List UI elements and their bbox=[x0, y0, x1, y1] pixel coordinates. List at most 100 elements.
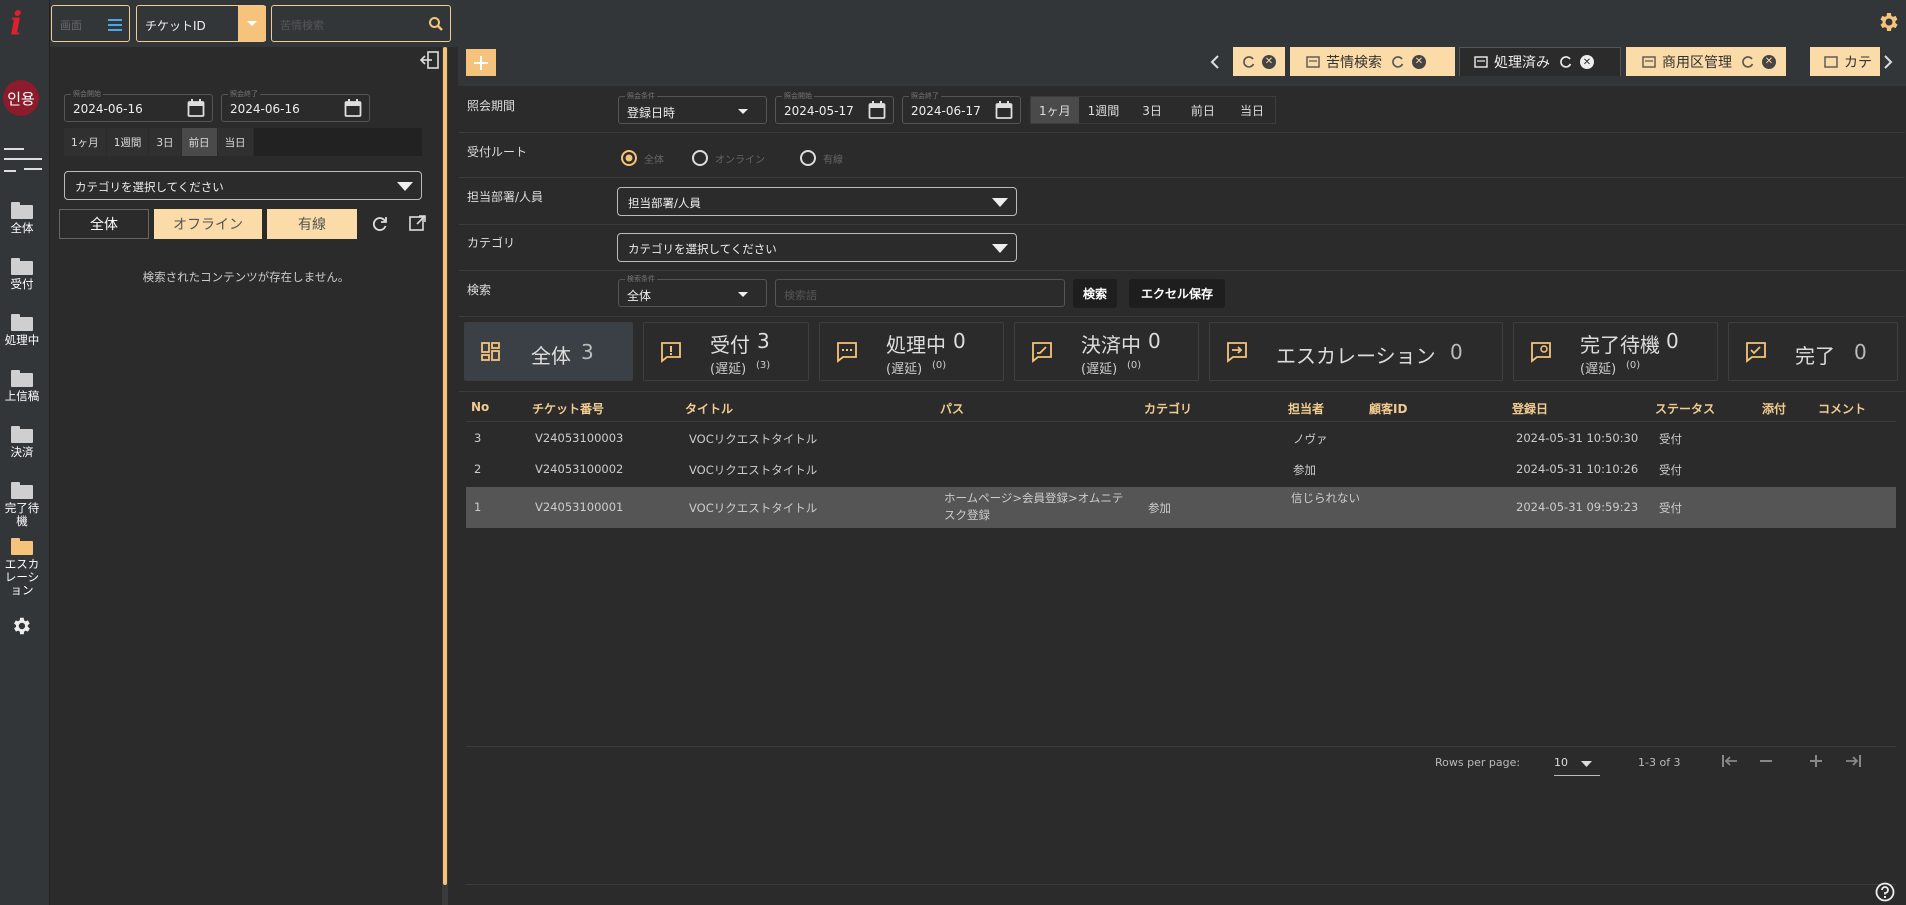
period-type-select[interactable]: 照会条件 登録日時 bbox=[618, 91, 767, 124]
refresh-icon[interactable] bbox=[1558, 55, 1574, 69]
tab-commercial-district[interactable]: 商用区管理 ✕ bbox=[1626, 47, 1786, 76]
tabs-next-icon[interactable] bbox=[1883, 55, 1893, 69]
tab-hidden-left[interactable]: ✕ bbox=[1233, 47, 1285, 76]
search-type-select[interactable]: チケットID bbox=[136, 5, 266, 42]
menu-toggle-icon[interactable] bbox=[2, 147, 42, 177]
route-option-all[interactable]: 全体 bbox=[620, 149, 664, 167]
range-3days[interactable]: 3日 bbox=[1128, 97, 1177, 123]
rail-item-all[interactable]: 全体 bbox=[0, 202, 44, 235]
next-page-icon[interactable] bbox=[1809, 754, 1823, 768]
dept-select[interactable]: 担当部署/人員 bbox=[617, 187, 1017, 216]
left-start-date[interactable]: 照会開始 2024-06-16 bbox=[64, 89, 213, 122]
close-icon[interactable]: ✕ bbox=[1262, 54, 1276, 69]
close-icon[interactable]: ✕ bbox=[1580, 55, 1594, 69]
calendar-icon[interactable] bbox=[344, 99, 362, 117]
left-category-select[interactable]: カテゴリを選択してください bbox=[64, 171, 422, 200]
search-icon[interactable] bbox=[428, 16, 444, 32]
left-filter-offline[interactable]: オフライン bbox=[154, 209, 262, 239]
search-button[interactable]: 検索 bbox=[1073, 279, 1117, 308]
view-select[interactable]: 画面 bbox=[51, 5, 130, 42]
rail-item-escalation[interactable]: エスカレーション bbox=[0, 538, 44, 597]
add-tab-button[interactable] bbox=[466, 49, 496, 76]
range-today[interactable]: 当日 bbox=[1229, 97, 1275, 123]
refresh-icon[interactable] bbox=[1242, 55, 1256, 69]
folder-icon bbox=[11, 202, 33, 219]
tabs-prev-icon[interactable] bbox=[1210, 55, 1220, 69]
stat-card-waiting[interactable]: 完了待機 0 (遅延) (0) bbox=[1513, 322, 1718, 381]
user-avatar[interactable]: 인용 bbox=[3, 80, 39, 116]
rail-item-received[interactable]: 受付 bbox=[0, 258, 44, 291]
period-start-date[interactable]: 照会開始 2024-05-17 bbox=[775, 91, 894, 124]
stat-card-settling[interactable]: 決済中 0 (遅延) (0) bbox=[1014, 322, 1199, 381]
calendar-icon[interactable] bbox=[995, 101, 1013, 119]
col-assignee[interactable]: 担当者 bbox=[1288, 400, 1324, 417]
col-no[interactable]: No bbox=[471, 400, 489, 414]
prev-page-icon[interactable] bbox=[1759, 754, 1773, 768]
chevron-down-icon bbox=[238, 6, 266, 41]
stat-card-processing[interactable]: 処理中 0 (遅延) (0) bbox=[819, 322, 1004, 381]
close-icon[interactable]: ✕ bbox=[1412, 54, 1426, 69]
col-path[interactable]: パス bbox=[940, 400, 964, 417]
tab-processed[interactable]: 処理済み ✕ bbox=[1459, 47, 1621, 76]
col-attach[interactable]: 添付 bbox=[1762, 400, 1786, 417]
col-status[interactable]: ステータス bbox=[1655, 400, 1715, 417]
tab-complaint-search[interactable]: 苦情検索 ✕ bbox=[1290, 47, 1455, 76]
left-filter-all[interactable]: 全体 bbox=[59, 209, 149, 239]
refresh-icon[interactable] bbox=[371, 215, 389, 233]
range-1week[interactable]: 1週間 bbox=[1079, 97, 1129, 123]
category-select[interactable]: カテゴリを選択してください bbox=[617, 233, 1017, 262]
left-range-1month[interactable]: 1ヶ月 bbox=[64, 128, 107, 156]
left-scrollbar-thumb[interactable] bbox=[443, 47, 447, 885]
dropdown-arrow-icon bbox=[397, 182, 413, 191]
col-date[interactable]: 登録日 bbox=[1512, 400, 1548, 417]
rows-per-page-label: Rows per page: bbox=[1435, 756, 1521, 769]
range-1month[interactable]: 1ヶ月 bbox=[1031, 97, 1080, 123]
search-label: 検索 bbox=[467, 283, 492, 297]
search-keyword-input[interactable]: 検索語 bbox=[775, 279, 1065, 307]
col-ticket[interactable]: チケット番号 bbox=[532, 400, 604, 417]
rail-item-settlement[interactable]: 決済 bbox=[0, 426, 44, 459]
calendar-icon[interactable] bbox=[868, 101, 886, 119]
search-input[interactable]: 苦情検索 bbox=[271, 5, 451, 42]
col-title[interactable]: タイトル bbox=[685, 400, 733, 417]
stat-card-all[interactable]: 全体 3 bbox=[464, 322, 633, 381]
left-range-yesterday[interactable]: 前日 bbox=[181, 128, 218, 156]
gear-settings-icon[interactable] bbox=[1876, 10, 1900, 34]
rail-item-report[interactable]: 上信稿 bbox=[0, 370, 44, 403]
calendar-icon[interactable] bbox=[187, 99, 205, 117]
stat-card-escalation[interactable]: エスカレーション 0 bbox=[1209, 322, 1503, 381]
last-page-icon[interactable] bbox=[1844, 754, 1862, 768]
route-option-wired[interactable]: 有線 bbox=[799, 149, 843, 167]
excel-export-button[interactable]: エクセル保存 bbox=[1129, 279, 1225, 308]
left-range-1week[interactable]: 1週間 bbox=[106, 128, 150, 156]
left-range-3days[interactable]: 3日 bbox=[149, 128, 182, 156]
left-filter-wired[interactable]: 有線 bbox=[267, 209, 357, 239]
left-range-today[interactable]: 当日 bbox=[217, 128, 254, 156]
help-icon[interactable] bbox=[1875, 882, 1895, 902]
stat-card-complete[interactable]: 完了 0 bbox=[1728, 322, 1898, 381]
rail-item-waiting[interactable]: 完了待機 bbox=[0, 482, 44, 528]
stat-card-received[interactable]: 受付 3 (遅延) (3) bbox=[643, 322, 809, 381]
settings-icon[interactable] bbox=[10, 615, 32, 637]
open-new-window-icon[interactable] bbox=[409, 215, 426, 232]
refresh-icon[interactable] bbox=[1740, 55, 1756, 69]
rows-per-page-select[interactable]: 10 bbox=[1554, 750, 1600, 776]
refresh-icon[interactable] bbox=[1390, 55, 1406, 69]
range-yesterday[interactable]: 前日 bbox=[1176, 97, 1230, 123]
table-row[interactable]: 3 V24053100003 VOCリクエストタイトル ノヴァ 2024-05-… bbox=[466, 423, 1896, 453]
table-row[interactable]: 2 V24053100002 VOCリクエストタイトル 参加 2024-05-3… bbox=[466, 454, 1896, 484]
first-page-icon[interactable] bbox=[1721, 754, 1739, 768]
collapse-panel-icon[interactable] bbox=[420, 51, 440, 69]
col-comment[interactable]: コメント bbox=[1818, 400, 1866, 417]
app-logo[interactable]: i bbox=[10, 4, 22, 42]
left-end-date[interactable]: 照会終了 2024-06-16 bbox=[221, 89, 370, 122]
col-category[interactable]: カテゴリ bbox=[1144, 400, 1192, 417]
table-row-selected[interactable]: 1 V24053100001 VOCリクエストタイトル ホームページ>会員登録>… bbox=[466, 487, 1896, 528]
route-option-online[interactable]: オンライン bbox=[691, 149, 765, 167]
close-icon[interactable]: ✕ bbox=[1762, 54, 1776, 69]
col-customer[interactable]: 顧客ID bbox=[1369, 400, 1407, 417]
tab-category[interactable]: カテ bbox=[1810, 47, 1880, 76]
rail-item-processing[interactable]: 処理中 bbox=[0, 314, 44, 347]
search-condition-select[interactable]: 検索条件 全体 bbox=[618, 274, 767, 307]
period-end-date[interactable]: 照会終了 2024-06-17 bbox=[902, 91, 1021, 124]
